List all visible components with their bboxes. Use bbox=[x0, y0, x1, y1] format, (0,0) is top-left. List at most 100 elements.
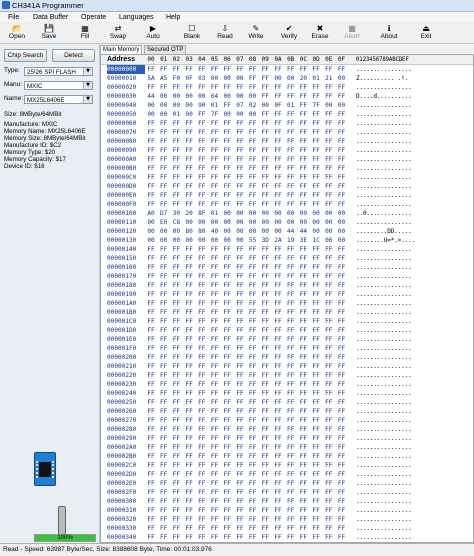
hex-byte[interactable]: FF bbox=[209, 317, 221, 326]
hex-byte[interactable]: FF bbox=[221, 479, 233, 488]
hex-byte[interactable]: FF bbox=[285, 317, 297, 326]
hex-byte[interactable]: FF bbox=[209, 65, 221, 74]
hex-byte[interactable]: FF bbox=[183, 443, 195, 452]
type-select[interactable]: 25\26 SPI FLASH ▼ bbox=[24, 67, 93, 76]
hex-byte[interactable]: FF bbox=[310, 470, 322, 479]
hex-byte[interactable]: FF bbox=[196, 425, 208, 434]
hex-byte[interactable]: FF bbox=[247, 506, 259, 515]
hex-byte[interactable]: FF bbox=[297, 146, 309, 155]
hex-byte[interactable]: 00 bbox=[234, 92, 246, 101]
hex-byte[interactable]: FF bbox=[285, 191, 297, 200]
hex-byte[interactable]: FF bbox=[310, 317, 322, 326]
hex-byte[interactable]: FF bbox=[272, 443, 284, 452]
hex-byte[interactable]: FF bbox=[234, 443, 246, 452]
hex-byte[interactable]: FF bbox=[170, 425, 182, 434]
hex-byte[interactable]: FF bbox=[158, 137, 170, 146]
hex-byte[interactable]: FF bbox=[259, 272, 271, 281]
hex-byte[interactable]: 7F bbox=[310, 101, 322, 110]
hex-byte[interactable]: FF bbox=[323, 371, 335, 380]
hex-byte[interactable]: FF bbox=[221, 191, 233, 200]
hex-byte[interactable]: 00 bbox=[272, 218, 284, 227]
hex-row[interactable]: 000002A0 FF FF FF FF FF FF FF FF FF FF FF FF FF FF FF FF… bbox=[101, 443, 473, 452]
hex-byte[interactable]: FF bbox=[145, 524, 157, 533]
hex-byte[interactable]: FF bbox=[247, 155, 259, 164]
hex-byte[interactable]: FF bbox=[259, 416, 271, 425]
hex-byte[interactable]: FF bbox=[285, 335, 297, 344]
hex-byte[interactable]: FF bbox=[196, 155, 208, 164]
hex-byte[interactable]: FF bbox=[170, 326, 182, 335]
manu-select[interactable]: MXIC ▼ bbox=[24, 81, 93, 90]
hex-byte[interactable]: FF bbox=[272, 254, 284, 263]
hex-byte[interactable]: FF bbox=[145, 470, 157, 479]
hex-byte[interactable]: FF bbox=[196, 488, 208, 497]
hex-byte[interactable]: FF bbox=[209, 407, 221, 416]
hex-byte[interactable]: FF bbox=[259, 83, 271, 92]
hex-byte[interactable]: FF bbox=[183, 380, 195, 389]
hex-byte[interactable]: FF bbox=[209, 515, 221, 524]
hex-byte[interactable]: FF bbox=[297, 308, 309, 317]
hex-byte[interactable]: FF bbox=[196, 362, 208, 371]
hex-byte[interactable]: FF bbox=[310, 443, 322, 452]
menu-operate[interactable]: Operate bbox=[81, 13, 106, 22]
hex-byte[interactable]: FF bbox=[145, 443, 157, 452]
hex-byte[interactable]: FF bbox=[145, 515, 157, 524]
hex-byte[interactable]: FF bbox=[259, 497, 271, 506]
hex-byte[interactable]: FF bbox=[297, 65, 309, 74]
hex-byte[interactable]: FF bbox=[170, 200, 182, 209]
hex-byte[interactable]: FF bbox=[310, 164, 322, 173]
hex-byte[interactable]: FF bbox=[183, 308, 195, 317]
hex-byte[interactable]: FF bbox=[221, 416, 233, 425]
swap-button[interactable]: ⇄ Swap bbox=[103, 23, 133, 43]
hex-byte[interactable]: FF bbox=[158, 128, 170, 137]
hex-row[interactable]: 00000150 FF FF FF FF FF FF FF FF FF FF FF FF FF FF FF FF… bbox=[101, 254, 473, 263]
hex-byte[interactable]: 00 bbox=[170, 227, 182, 236]
hex-byte[interactable]: FF bbox=[297, 362, 309, 371]
hex-byte[interactable]: FF bbox=[209, 524, 221, 533]
hex-byte[interactable]: FF bbox=[234, 308, 246, 317]
hex-byte[interactable]: FF bbox=[234, 398, 246, 407]
hex-byte[interactable]: FF bbox=[272, 407, 284, 416]
hex-byte[interactable]: FF bbox=[170, 380, 182, 389]
hex-byte[interactable]: FF bbox=[209, 425, 221, 434]
hex-byte[interactable]: FF bbox=[221, 407, 233, 416]
hex-byte[interactable]: 80 bbox=[183, 227, 195, 236]
hex-byte[interactable]: FF bbox=[221, 488, 233, 497]
hex-byte[interactable]: FF bbox=[196, 290, 208, 299]
hex-byte[interactable]: 00 bbox=[196, 92, 208, 101]
hex-byte[interactable]: FF bbox=[247, 119, 259, 128]
hex-byte[interactable]: FF bbox=[272, 263, 284, 272]
hex-byte[interactable]: FF bbox=[247, 479, 259, 488]
hex-byte[interactable]: FF bbox=[247, 362, 259, 371]
blank-button[interactable]: ☐ Blank bbox=[177, 23, 207, 43]
hex-byte[interactable]: FF bbox=[259, 326, 271, 335]
hex-row[interactable]: 00000010 5A A5 F0 0F 03 00 00 00 FF FF 00 00 20 01 21 00… bbox=[101, 74, 473, 83]
hex-byte[interactable]: FF bbox=[196, 254, 208, 263]
hex-byte[interactable]: FF bbox=[158, 380, 170, 389]
hex-byte[interactable]: FF bbox=[297, 533, 309, 542]
hex-byte[interactable]: FF bbox=[259, 182, 271, 191]
hex-byte[interactable]: 00 bbox=[196, 236, 208, 245]
hex-byte[interactable]: FF bbox=[221, 362, 233, 371]
hex-byte[interactable]: FF bbox=[272, 470, 284, 479]
hex-byte[interactable]: FF bbox=[285, 146, 297, 155]
hex-byte[interactable]: FF bbox=[158, 191, 170, 200]
hex-byte[interactable]: FF bbox=[323, 389, 335, 398]
hex-byte[interactable]: FF bbox=[259, 524, 271, 533]
hex-byte[interactable]: FF bbox=[221, 497, 233, 506]
hex-byte[interactable]: 00 bbox=[323, 209, 335, 218]
hex-row[interactable]: 00000320 FF FF FF FF FF FF FF FF FF FF FF FF FF FF FF FF… bbox=[101, 515, 473, 524]
hex-byte[interactable]: FF bbox=[209, 191, 221, 200]
hex-byte[interactable]: FF bbox=[209, 461, 221, 470]
hex-byte[interactable]: FF bbox=[310, 119, 322, 128]
hex-byte[interactable]: FF bbox=[145, 380, 157, 389]
hex-byte[interactable]: FF bbox=[170, 146, 182, 155]
hex-row[interactable]: 000002C0 FF FF FF FF FF FF FF FF FF FF FF FF FF FF FF FF… bbox=[101, 461, 473, 470]
hex-byte[interactable]: FF bbox=[272, 182, 284, 191]
hex-byte[interactable]: FF bbox=[285, 533, 297, 542]
hex-byte[interactable]: FF bbox=[247, 389, 259, 398]
hex-byte[interactable]: FF bbox=[234, 245, 246, 254]
hex-byte[interactable]: FF bbox=[221, 326, 233, 335]
hex-byte[interactable]: FF bbox=[145, 425, 157, 434]
hex-byte[interactable]: FF bbox=[336, 479, 348, 488]
hex-byte[interactable]: FF bbox=[209, 200, 221, 209]
